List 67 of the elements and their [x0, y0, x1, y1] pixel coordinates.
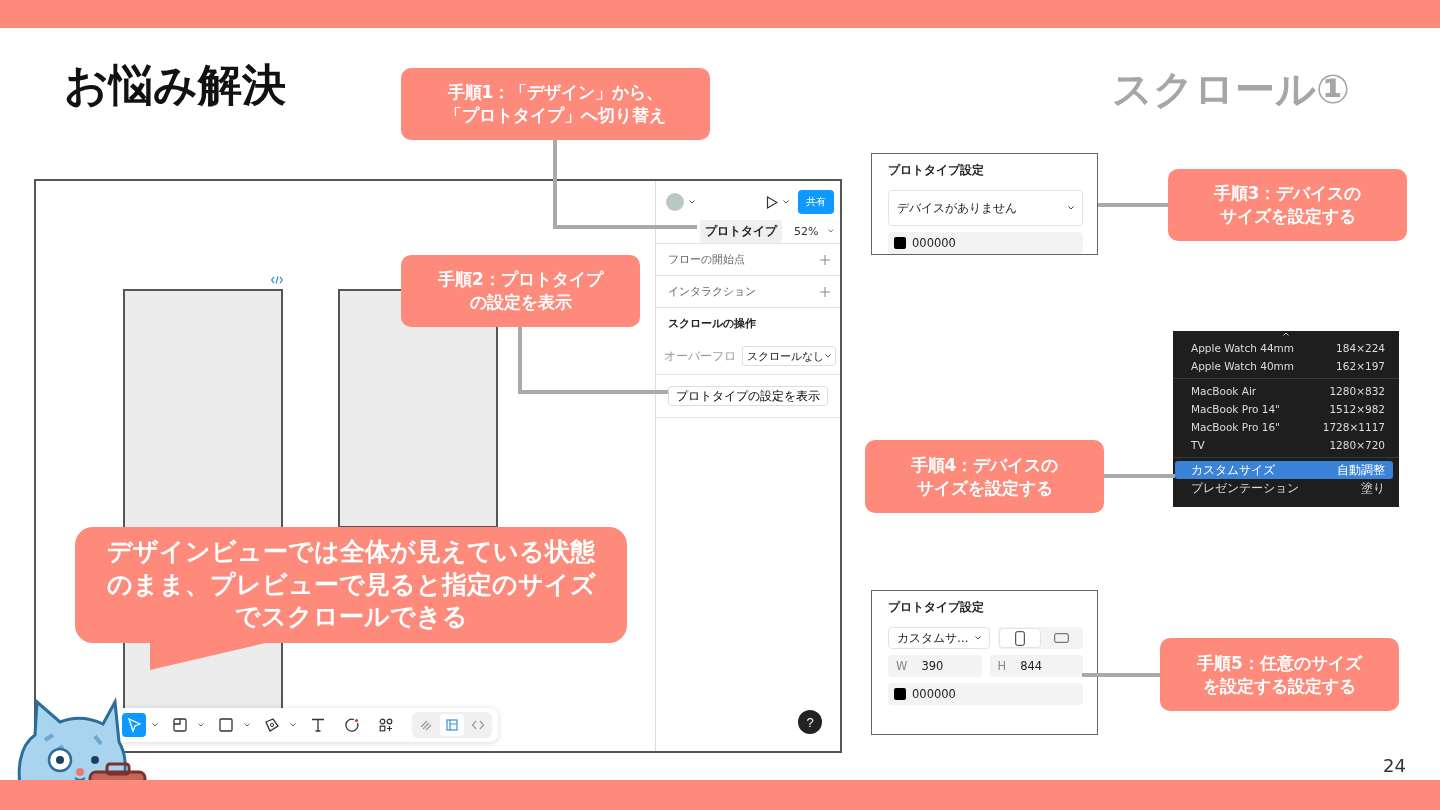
- step-callout: 手順2：プロトタイプの設定を表示: [401, 255, 640, 327]
- menu-item[interactable]: MacBook Pro 14" 1512×982: [1175, 400, 1393, 418]
- portrait-icon: [1014, 630, 1025, 646]
- section-heading: スクロールの操作: [668, 315, 756, 331]
- show-settings-button[interactable]: プロトタイプの設定を表示: [668, 386, 828, 406]
- caret-icon[interactable]: [828, 229, 834, 233]
- color-swatch[interactable]: [894, 688, 906, 700]
- color-value[interactable]: 000000: [912, 236, 956, 250]
- step-callout: 手順4：デバイスのサイズを設定する: [865, 440, 1104, 513]
- field-label: H: [997, 659, 1007, 673]
- caret-icon: [825, 354, 831, 358]
- field-label: W: [896, 659, 908, 673]
- zoom-level[interactable]: 52%: [794, 224, 819, 238]
- components-icon: [378, 717, 394, 733]
- step-callout: 手順3：デバイスのサイズを設定する: [1168, 169, 1407, 241]
- field-label: オーバーフロ: [664, 347, 736, 365]
- pen-icon: [264, 717, 280, 733]
- overflow-dropdown[interactable]: スクロールなし: [742, 346, 836, 366]
- caret-icon: [1068, 206, 1074, 210]
- menu-item[interactable]: Apple Watch 40mm 162×197: [1175, 357, 1393, 375]
- color-value[interactable]: 000000: [912, 687, 956, 701]
- device-dropdown[interactable]: デバイスがありません: [888, 190, 1083, 226]
- code-icon: [271, 276, 283, 284]
- caret-icon[interactable]: [152, 723, 158, 727]
- play-icon[interactable]: [766, 195, 778, 209]
- caret-icon[interactable]: [244, 723, 250, 727]
- code-icon: [471, 718, 485, 732]
- square-icon: [218, 717, 234, 733]
- caret-icon[interactable]: [783, 200, 789, 204]
- design-mode-button[interactable]: [440, 714, 464, 736]
- pencil-icon: [419, 718, 433, 732]
- panel-title: プロトタイプ設定: [888, 600, 985, 615]
- section-label: フローの開始点: [668, 252, 745, 267]
- help-button[interactable]: ?: [798, 710, 822, 734]
- menu-item[interactable]: MacBook Pro 16" 1728×1117: [1175, 418, 1393, 436]
- text-icon: [310, 717, 326, 733]
- layout-icon: [445, 718, 459, 732]
- caret-icon[interactable]: [689, 200, 695, 204]
- caret-icon[interactable]: [198, 723, 204, 727]
- move-tool-button[interactable]: [122, 713, 146, 737]
- frame-icon: [172, 717, 188, 733]
- scroll-up-icon[interactable]: [1283, 332, 1289, 336]
- ellipse-icon: [344, 717, 360, 733]
- leader-line: [1104, 474, 1175, 478]
- menu-item[interactable]: カスタムサイズ 自動調整: [1175, 461, 1393, 479]
- step-callout: 手順5：任意のサイズを設定する設定する: [1160, 638, 1399, 711]
- portrait-button[interactable]: [998, 628, 1042, 648]
- prototype-tab[interactable]: プロトタイプ: [700, 219, 782, 243]
- color-swatch[interactable]: [894, 237, 906, 249]
- panel-title: プロトタイプ設定: [888, 163, 985, 178]
- caret-icon: [974, 636, 981, 640]
- slide-title: お悩み解決: [64, 58, 286, 112]
- width-field[interactable]: 390: [921, 659, 944, 673]
- menu-item[interactable]: MacBook Air 1280×832: [1175, 382, 1393, 400]
- leader-line: [1098, 203, 1168, 207]
- landscape-icon: [1054, 633, 1070, 643]
- page-number: 24: [1383, 755, 1406, 776]
- section-title: スクロール①: [1112, 65, 1350, 114]
- menu-item[interactable]: Apple Watch 44mm 184×224: [1175, 339, 1393, 357]
- menu-item[interactable]: TV 1280×720: [1175, 436, 1393, 454]
- caret-icon[interactable]: [290, 723, 296, 727]
- section-label: インタラクション: [668, 284, 756, 299]
- height-field[interactable]: 844: [1020, 659, 1043, 673]
- cursor-icon: [126, 717, 142, 733]
- device-dropdown[interactable]: カスタムサ…: [888, 627, 990, 649]
- menu-item[interactable]: プレゼンテーション 塗り: [1175, 479, 1393, 497]
- step-callout: 手順1：「デザイン」から、「プロトタイプ」へ切り替え: [401, 68, 710, 140]
